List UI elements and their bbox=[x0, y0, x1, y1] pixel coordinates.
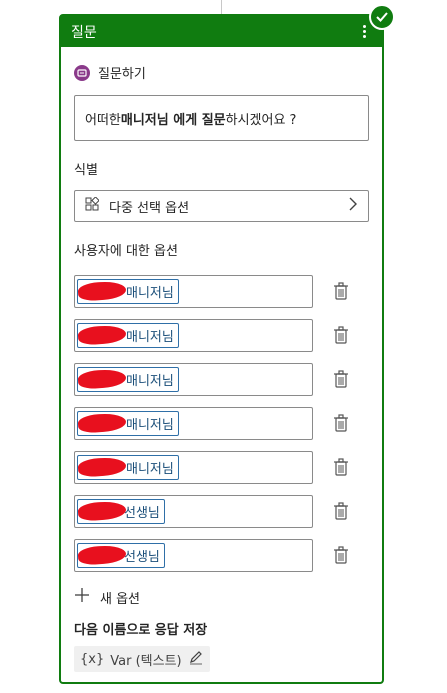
options-label: 사용자에 대한 옵션 bbox=[74, 244, 178, 259]
question-text-input[interactable]: 어떠한 매니저님 에게 질문 하시겠어요 ? bbox=[74, 95, 369, 141]
option-row: 선생님 bbox=[74, 489, 369, 533]
variable-icon: {x} bbox=[80, 651, 105, 667]
option-chip-label: 선생님 bbox=[124, 505, 160, 521]
option-input[interactable]: 매니저님 bbox=[74, 362, 313, 396]
option-row: 선생님 bbox=[74, 533, 369, 577]
trash-icon[interactable] bbox=[333, 370, 349, 388]
option-input[interactable]: 선생님 bbox=[74, 494, 313, 528]
redaction-mark bbox=[77, 323, 127, 346]
card-title: 질문 bbox=[71, 24, 97, 41]
pencil-icon[interactable] bbox=[188, 649, 204, 669]
redaction-mark bbox=[77, 455, 127, 478]
option-row: 매니저님 bbox=[74, 313, 369, 357]
trash-icon[interactable] bbox=[333, 502, 349, 520]
option-row: 매니저님 bbox=[74, 269, 369, 313]
question-suffix: 하시겠어요 ? bbox=[225, 112, 297, 128]
trash-icon[interactable] bbox=[333, 546, 349, 564]
redaction-mark bbox=[77, 411, 127, 434]
section-title: 질문하기 bbox=[74, 63, 369, 82]
option-row: 매니저님 bbox=[74, 401, 369, 445]
option-chip-label: 선생님 bbox=[124, 549, 160, 565]
question-node-card[interactable]: 질문 질문하기 어떠한 매니저님 에게 질문 하시겠어요 ? 식별 다중 선택 … bbox=[59, 14, 384, 684]
question-node-icon bbox=[74, 64, 90, 81]
option-chip-label: 매니저님 bbox=[126, 461, 174, 477]
option-chip: 매니저님 bbox=[77, 454, 179, 480]
option-input[interactable]: 매니저님 bbox=[74, 450, 313, 484]
save-response-label: 다음 이름으로 응답 저장 bbox=[74, 623, 208, 638]
redaction-mark bbox=[77, 279, 127, 302]
option-chip: 매니저님 bbox=[77, 410, 179, 436]
question-prefix: 어떠한 bbox=[85, 112, 121, 128]
option-chip-label: 매니저님 bbox=[126, 329, 174, 345]
variable-chip[interactable]: {x} Var (텍스트) bbox=[74, 646, 210, 672]
option-input[interactable]: 선생님 bbox=[74, 538, 313, 572]
question-bold-part: 매니저님 에게 질문 bbox=[120, 112, 226, 128]
option-input[interactable]: 매니저님 bbox=[74, 406, 313, 440]
option-input[interactable]: 매니저님 bbox=[74, 274, 313, 308]
add-option-button[interactable]: 새 옵션 bbox=[74, 587, 369, 607]
option-row: 매니저님 bbox=[74, 445, 369, 489]
card-header: 질문 bbox=[61, 16, 382, 47]
options-list: 매니저님 매니저님 매니저님 매니저님 매니저님 선생님 선생님 bbox=[74, 269, 369, 577]
add-option-label: 새 옵션 bbox=[100, 591, 141, 607]
section-title-text: 질문하기 bbox=[98, 67, 146, 82]
option-chip: 선생님 bbox=[77, 498, 165, 524]
checkmark-icon bbox=[369, 4, 395, 30]
entity-grid-icon bbox=[85, 196, 100, 215]
more-options-icon[interactable] bbox=[356, 22, 372, 42]
trash-icon[interactable] bbox=[333, 458, 349, 476]
trash-icon[interactable] bbox=[333, 282, 349, 300]
identify-select[interactable]: 다중 선택 옵션 bbox=[74, 190, 369, 222]
trash-icon[interactable] bbox=[333, 326, 349, 344]
redaction-mark bbox=[77, 543, 127, 566]
redaction-mark bbox=[77, 499, 127, 522]
identify-label: 식별 bbox=[74, 163, 98, 178]
variable-name: Var (텍스트) bbox=[110, 653, 182, 669]
option-chip: 선생님 bbox=[77, 542, 165, 568]
plus-icon bbox=[74, 587, 90, 607]
flow-connector bbox=[221, 0, 222, 14]
option-chip: 매니저님 bbox=[77, 278, 179, 304]
option-chip: 매니저님 bbox=[77, 322, 179, 348]
option-chip: 매니저님 bbox=[77, 366, 179, 392]
identify-value: 다중 선택 옵션 bbox=[109, 200, 190, 216]
option-input[interactable]: 매니저님 bbox=[74, 318, 313, 352]
chevron-right-icon bbox=[348, 197, 358, 215]
option-chip-label: 매니저님 bbox=[126, 417, 174, 433]
option-row: 매니저님 bbox=[74, 357, 369, 401]
option-chip-label: 매니저님 bbox=[126, 285, 174, 301]
option-chip-label: 매니저님 bbox=[126, 373, 174, 389]
redaction-mark bbox=[77, 367, 127, 390]
trash-icon[interactable] bbox=[333, 414, 349, 432]
